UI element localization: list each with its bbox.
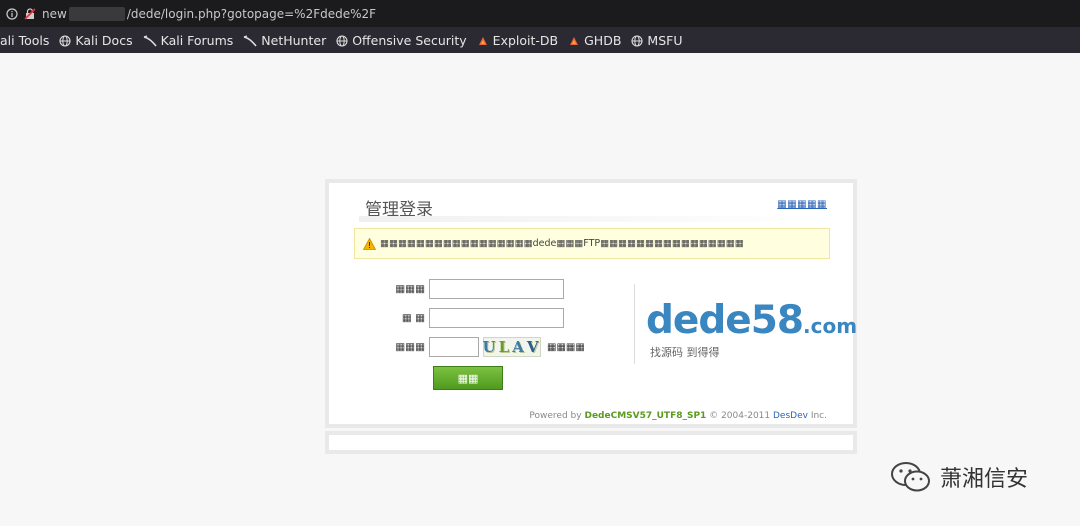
bookmark-exploit-db[interactable]: Exploit-DB [477,33,558,48]
password-row: ▦ ▦ [379,308,564,328]
bookmark-ali-tools[interactable]: ali Tools [0,33,49,48]
wechat-icon [890,460,932,494]
bookmark-kali-docs[interactable]: Kali Docs [59,33,133,48]
vertical-divider [634,284,635,364]
address-bar[interactable]: new /dede/login.php?gotopage=%2Fdede%2F [0,0,1080,28]
bookmark-label: Exploit-DB [492,33,559,48]
title-divider [359,216,829,222]
captcha-input[interactable] [429,337,479,357]
dev-link[interactable]: DesDev [773,411,808,421]
kali-icon [243,34,257,47]
bookmark-label: MSFU [647,33,683,48]
info-icon[interactable] [6,7,18,20]
bookmark-label: ali Tools [0,33,50,48]
url-text[interactable]: new /dede/login.php?gotopage=%2Fdede%2F [42,6,377,21]
bookmark-label: Kali Forums [160,33,234,48]
warning-banner: ▦▦▦▦▦▦▦▦▦▦▦▦▦▦▦▦▦dede▦▦▦FTP▦▦▦▦▦▦▦▦▦▦▦▦▦… [354,228,830,259]
powered-by-text: Powered by [529,411,582,421]
globe-icon [59,34,71,47]
bookmarks-bar: ali Tools Kali Docs Kali Forums NetHunter Of… [0,28,1080,53]
bookmark-kali-forums[interactable]: Kali Forums [143,33,234,48]
captcha-char: U [482,338,499,356]
bookmark-label: NetHunter [261,33,327,48]
username-row: ▦▦▦ [379,279,564,299]
captcha-row: ▦▦▦ ULAV ▦▦▦▦ [379,337,585,357]
inc-text: Inc. [810,411,827,421]
password-input[interactable] [429,308,564,328]
logo-domain-text: .com [803,314,858,338]
insecure-lock-icon[interactable] [24,7,36,20]
password-label: ▦ ▦ [401,312,425,324]
captcha-char: L [498,338,513,356]
exploit-icon [568,35,580,47]
top-link[interactable]: ▦▦▦▦▦ [777,199,827,210]
globe-icon [631,34,643,47]
url-host: new [42,6,67,21]
bookmark-label: Kali Docs [75,33,133,48]
wechat-watermark: 萧湘信安 [890,460,1028,494]
bookmark-ghdb[interactable]: GHDB [568,33,621,48]
globe-icon [336,34,348,47]
exploit-icon [477,35,489,47]
bottom-panel [325,431,857,454]
captcha-char: V [526,338,542,356]
bookmark-msfu[interactable]: MSFU [631,33,682,48]
warning-icon [363,237,376,250]
bookmark-nethunter[interactable]: NetHunter [243,33,326,48]
masked-host [68,6,125,21]
kali-icon [143,34,157,47]
logo-main-text: dede58 [646,298,804,343]
captcha-char: A [512,338,527,356]
captcha-label: ▦▦▦ [395,341,425,353]
bookmark-label: Offensive Security [352,33,467,48]
watermark-text: 萧湘信安 [940,467,1029,492]
captcha-image[interactable]: ULAV [483,337,541,357]
bookmark-offensive-security[interactable]: Offensive Security [336,33,467,48]
bookmark-label: GHDB [584,33,622,48]
logo-slogan: 找源码 到得得 [650,346,720,359]
url-path: /dede/login.php?gotopage=%2Fdede%2F [126,6,377,21]
copyright-text: © 2004-2011 [709,411,771,421]
login-panel: 管理登录 ▦▦▦▦▦ ▦▦▦▦▦▦▦▦▦▦▦▦▦▦▦▦▦dede▦▦▦FTP▦▦… [325,179,857,428]
refresh-captcha-link[interactable]: ▦▦▦▦ [547,342,585,353]
login-button[interactable]: ▦▦ [433,366,503,390]
username-label: ▦▦▦ [395,283,425,295]
footer: Powered by DedeCMSV57_UTF8_SP1 © 2004-20… [529,411,827,421]
warning-text: ▦▦▦▦▦▦▦▦▦▦▦▦▦▦▦▦▦dede▦▦▦FTP▦▦▦▦▦▦▦▦▦▦▦▦▦… [380,238,744,249]
site-logo: dede58.com 找源码 到得得 [646,298,857,360]
username-input[interactable] [429,279,564,299]
version-link[interactable]: DedeCMSV57_UTF8_SP1 [584,411,706,421]
